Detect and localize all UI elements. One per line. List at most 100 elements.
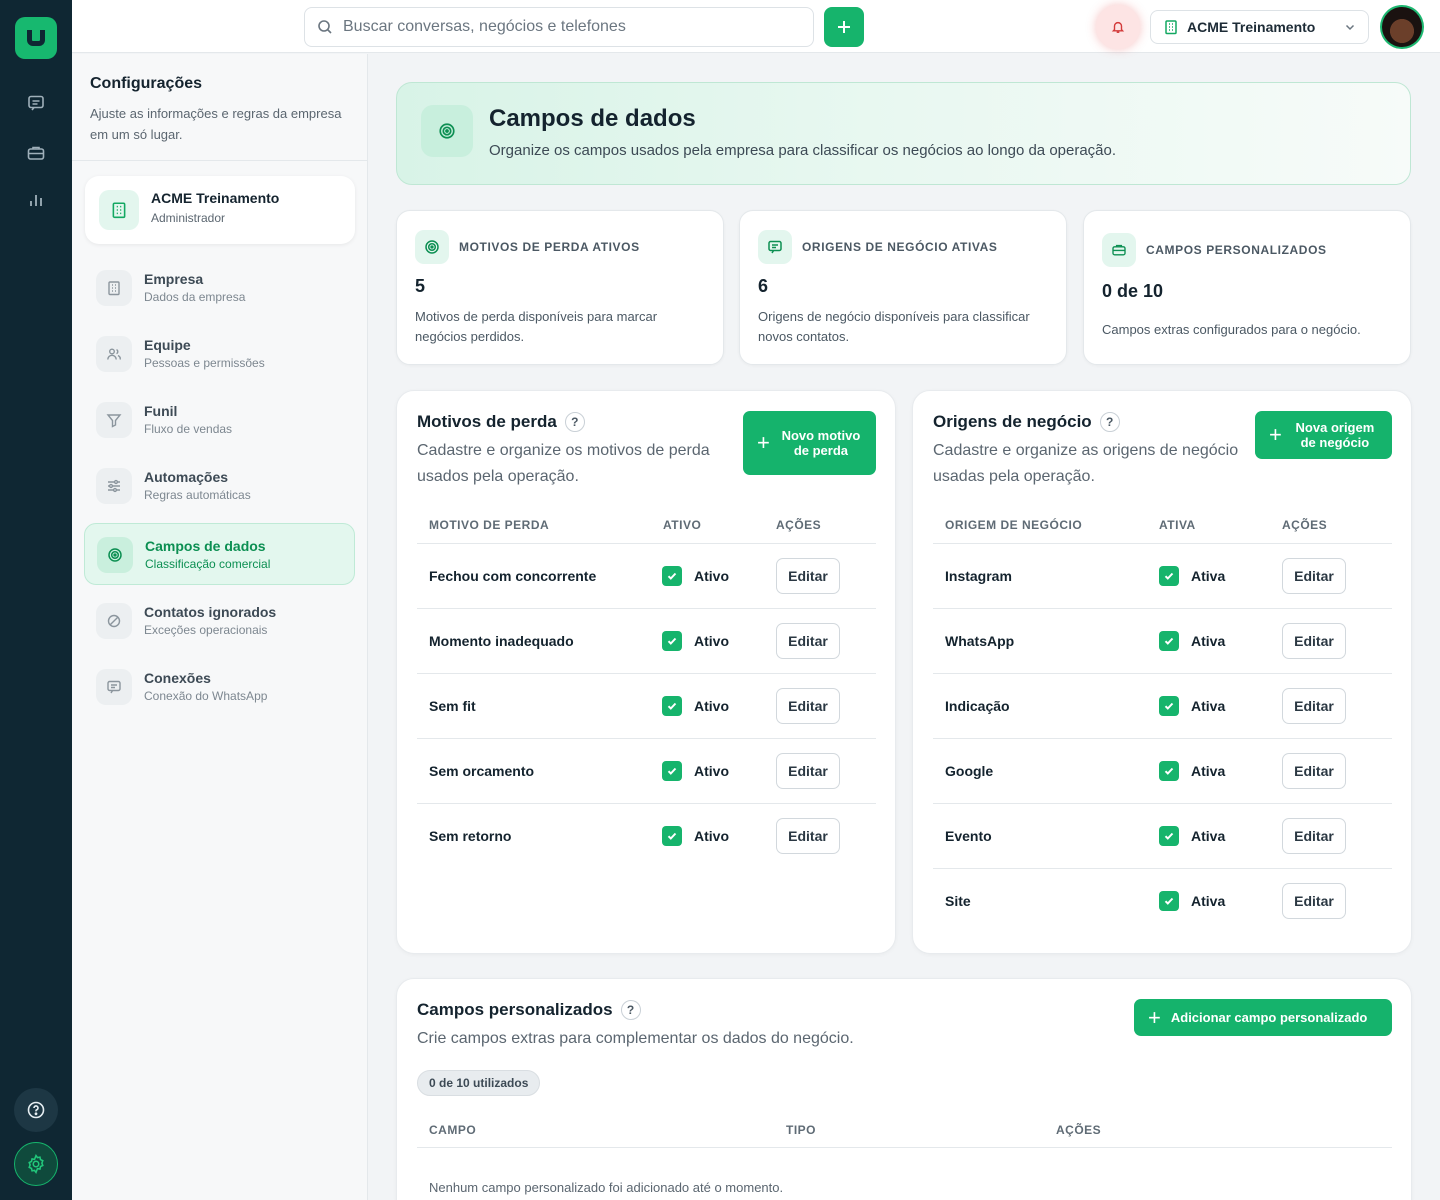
building-icon [1165,20,1177,35]
help-icon[interactable]: ? [1099,412,1120,432]
active-checkbox[interactable] [1159,826,1179,846]
ban-icon [96,603,132,639]
column-header[interactable]: ATIVA [1159,518,1196,532]
edit-button[interactable]: Editar [1282,688,1346,724]
help-icon[interactable]: ? [620,1000,641,1020]
edit-button[interactable]: Editar [776,688,840,724]
briefcase-icon [1102,233,1136,267]
sidebar-item-equipe[interactable]: Equipe Pessoas e permissões [84,323,355,385]
chat-icon[interactable] [22,89,50,117]
active-checkbox[interactable] [1159,631,1179,651]
row-divider [933,868,1392,869]
column-header[interactable]: ORIGEM DE NEGÓCIO [945,518,1082,532]
stat-value: 6 [758,276,769,296]
edit-button[interactable]: Editar [776,818,840,854]
row-name: WhatsApp [945,633,1015,649]
stat-card-loss-reasons: MOTIVOS DE PERDA ATIVOS 5 Motivos de per… [396,210,724,365]
panel-description: Cadastre e organize as origens de negóci… [933,442,1239,485]
panel-title: Campos personalizados ? [417,1000,641,1020]
edit-button[interactable]: Editar [1282,883,1346,919]
avatar[interactable] [1380,5,1424,49]
sidebar-item-campos-de-dados[interactable]: Campos de dados Classificação comercial [84,523,355,585]
edit-button[interactable]: Editar [1282,818,1346,854]
status-label: Ativa [1191,763,1226,779]
notifications-button[interactable] [1096,5,1140,49]
stat-label: ORIGENS DE NEGÓCIO ATIVAS [802,240,998,254]
filter-icon [96,402,132,438]
column-header: AÇÕES [1056,1123,1102,1137]
deal-origins-panel: Origens de negócio ? Cadastre e organize… [912,390,1412,954]
status-label: Ativo [694,698,729,714]
plus-icon: + [1269,422,1282,447]
search-input[interactable] [343,18,783,36]
edit-button[interactable]: Editar [776,558,840,594]
sidebar-item-label: Funil [144,403,178,419]
company-selector[interactable]: ACME Treinamento [1150,10,1369,44]
search-box[interactable] [304,7,814,47]
briefcase-icon[interactable] [22,139,50,167]
column-header[interactable]: ATIVO [663,518,701,532]
chevron-down-icon [1345,24,1355,31]
sidebar-item-sublabel: Classificação comercial [145,557,271,571]
edit-button[interactable]: Editar [1282,558,1346,594]
column-header[interactable]: MOTIVO DE PERDA [429,518,549,532]
help-icon[interactable] [14,1088,58,1132]
active-checkbox[interactable] [662,696,682,716]
add-custom-field-button[interactable]: + Adicionar campo personalizado [1134,999,1392,1036]
row-name: Sem retorno [429,828,512,844]
help-icon[interactable]: ? [564,412,585,432]
new-loss-reason-button[interactable]: + Novo motivo de perda [743,411,876,475]
table-divider [417,543,876,544]
button-label: Nova origem de negócio [1295,420,1375,450]
sidebar-item-sublabel: Conexão do WhatsApp [144,689,268,703]
stat-description: Origens de negócio disponíveis para clas… [758,309,1030,344]
usage-badge: 0 de 10 utilizados [417,1070,541,1096]
edit-button[interactable]: Editar [776,623,840,659]
new-origin-button[interactable]: + Nova origem de negócio [1255,411,1392,459]
edit-button[interactable]: Editar [776,753,840,789]
loss-reasons-panel: Motivos de perda ? Cadastre e organize o… [396,390,896,954]
active-checkbox[interactable] [662,826,682,846]
deal-origins-title: Origens de negócio [933,412,1092,431]
page-description: Organize os campos usados pela empresa p… [489,142,1117,159]
bar-chart-icon[interactable] [22,186,50,214]
sidebar-description: Ajuste as informações e regras da empres… [90,106,342,142]
active-checkbox[interactable] [662,631,682,651]
sidebar-item-conexoes[interactable]: Conexões Conexão do WhatsApp [84,656,355,718]
sidebar-item-sublabel: Dados da empresa [144,290,246,304]
sidebar-item-funil[interactable]: Funil Fluxo de vendas [84,389,355,451]
column-header: AÇÕES [776,518,822,532]
settings-icon[interactable] [14,1142,58,1186]
status-label: Ativa [1191,893,1226,909]
active-checkbox[interactable] [1159,761,1179,781]
sidebar-item-contatos-ignorados[interactable]: Contatos ignorados Exceções operacionais [84,590,355,652]
status-label: Ativa [1191,698,1226,714]
stat-value: 0 de 10 [1102,281,1164,301]
active-checkbox[interactable] [1159,891,1179,911]
active-checkbox[interactable] [662,761,682,781]
sidebar-item-label: Equipe [144,337,191,353]
row-name: Sem orcamento [429,763,535,779]
topbar: ACME Treinamento [72,0,1440,53]
stat-card-custom-fields: CAMPOS PERSONALIZADOS 0 de 10 Campos ext… [1083,210,1411,365]
plus-icon: + [1148,1004,1161,1030]
app-logo[interactable] [15,17,57,59]
building-icon [96,270,132,306]
sidebar-item-automacoes[interactable]: Automações Regras automáticas [84,455,355,517]
building-icon [99,190,139,230]
active-checkbox[interactable] [662,566,682,586]
panel-title: Motivos de perda ? [417,412,585,432]
empty-state-text: Nenhum campo personalizado foi adicionad… [429,1180,784,1195]
edit-button[interactable]: Editar [1282,623,1346,659]
organization-card: ACME Treinamento Administrador [85,176,355,244]
active-checkbox[interactable] [1159,696,1179,716]
quick-add-button[interactable] [824,7,864,47]
edit-button[interactable]: Editar [1282,753,1346,789]
sidebar-item-empresa[interactable]: Empresa Dados da empresa [84,257,355,319]
active-checkbox[interactable] [1159,566,1179,586]
stat-description: Campos extras configurados para o negóci… [1102,322,1361,337]
row-name: Momento inadequado [429,633,574,649]
panel-description: Crie campos extras para complementar os … [417,1030,854,1047]
status-label: Ativa [1191,633,1226,649]
row-divider [417,673,876,674]
